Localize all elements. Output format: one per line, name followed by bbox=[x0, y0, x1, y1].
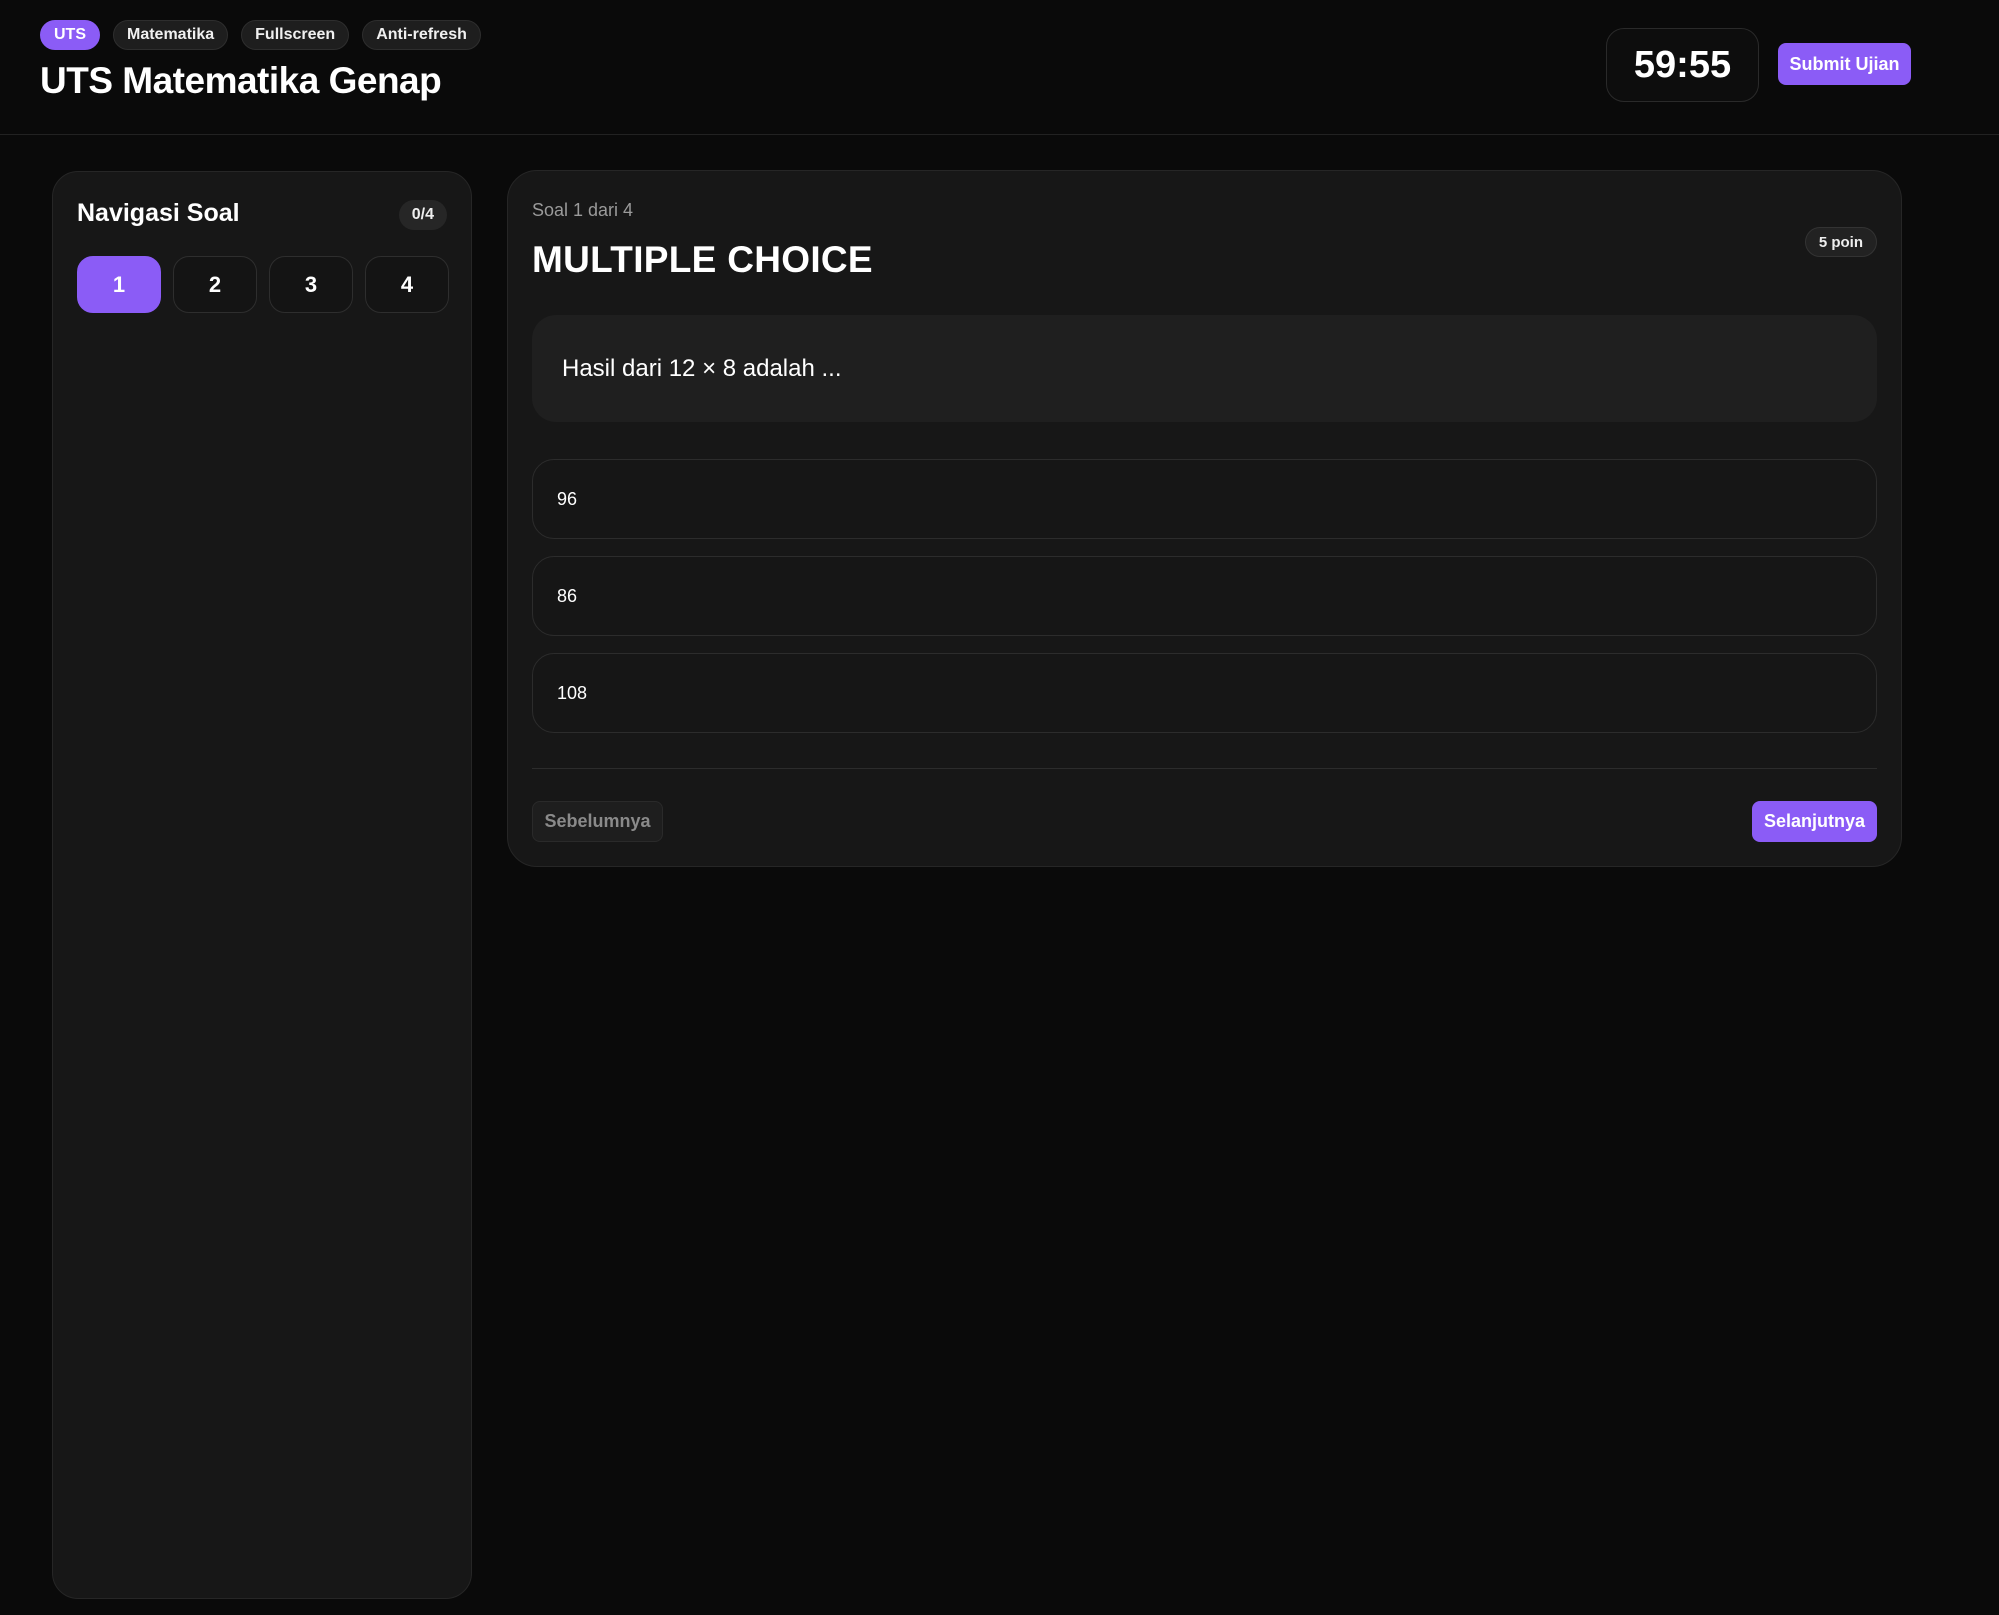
question-nav-button-1[interactable]: 1 bbox=[77, 256, 161, 313]
submit-exam-button[interactable]: Submit Ujian bbox=[1778, 43, 1911, 85]
question-nav-button-4[interactable]: 4 bbox=[365, 256, 449, 313]
answer-option-3[interactable]: 108 bbox=[532, 653, 1877, 733]
tag-uts: UTS bbox=[40, 20, 100, 50]
question-navigator: Navigasi Soal 0/4 1 2 3 4 bbox=[52, 171, 472, 1599]
question-nav-button-3[interactable]: 3 bbox=[269, 256, 353, 313]
tag-anti-refresh: Anti-refresh bbox=[362, 20, 481, 50]
countdown-timer: 59:55 bbox=[1606, 28, 1759, 102]
footer-divider bbox=[532, 768, 1877, 769]
answer-option-label: 96 bbox=[557, 488, 578, 509]
question-number-grid: 1 2 3 4 bbox=[77, 256, 449, 313]
next-question-button[interactable]: Selanjutnya bbox=[1752, 801, 1877, 842]
tag-fullscreen: Fullscreen bbox=[241, 20, 350, 50]
question-type-heading: MULTIPLE CHOICE bbox=[532, 239, 873, 280]
previous-question-button[interactable]: Sebelumnya bbox=[532, 801, 663, 842]
question-nav-button-2[interactable]: 2 bbox=[173, 256, 257, 313]
points-badge: 5 poin bbox=[1804, 227, 1877, 257]
exam-header: UTS Matematika Fullscreen Anti-refresh U… bbox=[0, 0, 1999, 135]
exam-tags: UTS Matematika Fullscreen Anti-refresh bbox=[40, 20, 481, 50]
answered-count-badge: 0/4 bbox=[398, 200, 447, 230]
question-text: Hasil dari 12 × 8 adalah ... bbox=[562, 354, 842, 382]
question-counter: Soal 1 dari 4 bbox=[532, 200, 634, 220]
answer-option-label: 108 bbox=[557, 682, 588, 703]
page-title: UTS Matematika Genap bbox=[40, 60, 442, 101]
navigator-title: Navigasi Soal bbox=[77, 199, 240, 227]
question-text-box: Hasil dari 12 × 8 adalah ... bbox=[532, 315, 1877, 422]
answer-option-label: 86 bbox=[557, 585, 578, 606]
question-panel: Soal 1 dari 4 MULTIPLE CHOICE 5 poin Has… bbox=[507, 170, 1902, 867]
answer-option-1[interactable]: 96 bbox=[532, 459, 1877, 539]
answer-option-2[interactable]: 86 bbox=[532, 556, 1877, 636]
tag-subject: Matematika bbox=[113, 20, 229, 50]
